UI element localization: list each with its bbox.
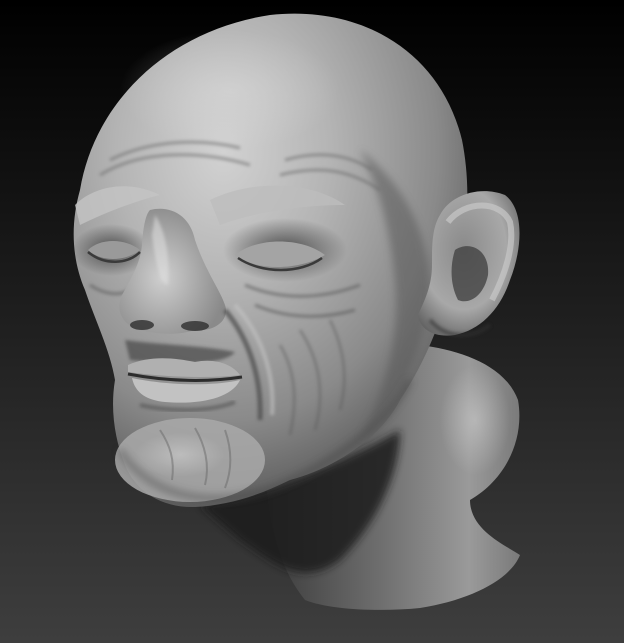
chin-highlight xyxy=(135,433,225,477)
sculpt-viewport[interactable] xyxy=(0,0,624,643)
sculpt-render xyxy=(0,0,624,643)
neck-highlight xyxy=(440,365,510,475)
nostril-left xyxy=(130,320,154,330)
nostril-right xyxy=(181,321,209,331)
forehead-highlight xyxy=(120,30,340,150)
